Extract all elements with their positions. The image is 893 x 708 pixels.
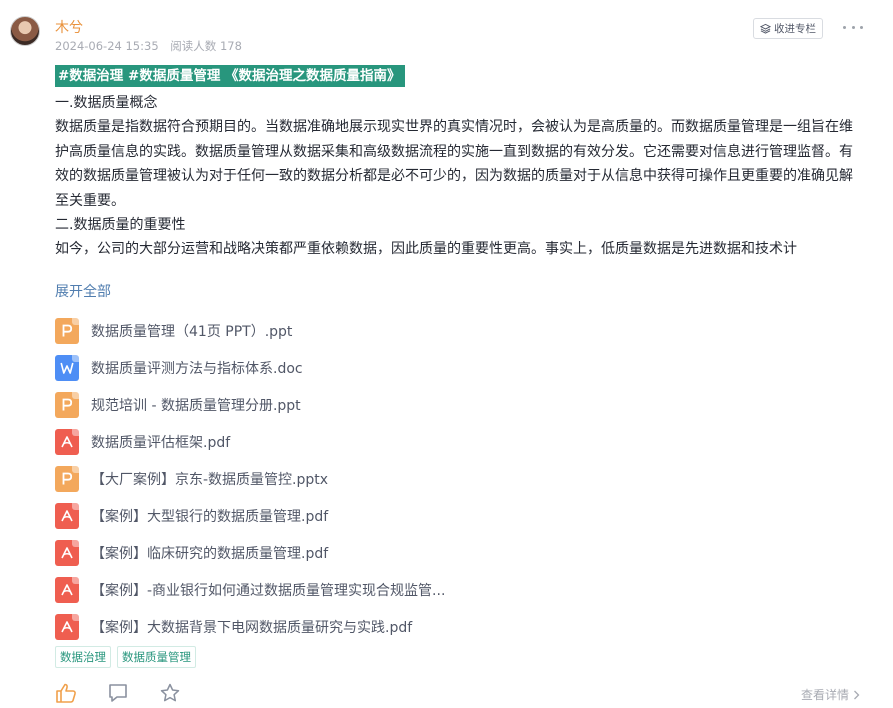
post-date: 2024-06-24 15:35 — [55, 39, 159, 53]
expand-all-link[interactable]: 展开全部 — [55, 281, 111, 301]
attachment-item[interactable]: 数据质量评估框架.pdf — [55, 423, 835, 460]
tag-list: 数据治理 数据质量管理 — [55, 646, 196, 668]
tag[interactable]: 数据质量管理 — [117, 646, 196, 668]
post-content: 一.数据质量概念 数据质量是指数据符合预期目的。当数据准确地展示现实世界的真实情… — [55, 91, 855, 262]
attachment-name: 【案例】-商业银行如何通过数据质量管理实现合规监管... — [91, 582, 446, 599]
attachment-item[interactable]: 【案例】-商业银行如何通过数据质量管理实现合规监管... — [55, 571, 835, 608]
attachment-item[interactable]: 规范培训 - 数据质量管理分册.ppt — [55, 386, 835, 423]
view-details-label: 查看详情 — [801, 688, 850, 702]
chevron-right-icon — [854, 690, 860, 699]
section-heading: 二.数据质量的重要性 — [55, 217, 186, 234]
pdf-file-icon — [55, 502, 79, 529]
comment-icon[interactable] — [107, 682, 129, 704]
attachment-name: 【案例】临床研究的数据质量管理.pdf — [91, 545, 329, 562]
view-details-link[interactable]: 查看详情 — [801, 686, 861, 703]
author-name[interactable]: 木兮 — [55, 17, 83, 37]
attachment-item[interactable]: 【大厂案例】京东-数据质量管控.pptx — [55, 460, 835, 497]
tag[interactable]: 数据治理 — [55, 646, 111, 668]
attachment-name: 【案例】大数据背景下电网数据质量研究与实践.pdf — [91, 619, 413, 636]
attachment-item[interactable]: 数据质量管理（41页 PPT）.ppt — [55, 312, 835, 349]
avatar[interactable] — [10, 16, 40, 46]
attachment-name: 规范培训 - 数据质量管理分册.ppt — [91, 397, 301, 414]
ppt-file-icon — [55, 391, 79, 418]
like-icon[interactable] — [55, 682, 77, 704]
attachment-name: 【案例】大型银行的数据质量管理.pdf — [91, 508, 329, 525]
pdf-file-icon — [55, 539, 79, 566]
topic-banner[interactable]: #数据治理 #数据质量管理 《数据治理之数据质量指南》 — [55, 65, 405, 87]
collect-label: 收进专栏 — [774, 23, 816, 35]
attachment-item[interactable]: 【案例】临床研究的数据质量管理.pdf — [55, 534, 835, 571]
pdf-file-icon — [55, 428, 79, 455]
pdf-file-icon — [55, 576, 79, 603]
attachment-name: 【大厂案例】京东-数据质量管控.pptx — [91, 471, 329, 488]
attachment-name: 数据质量评估框架.pdf — [91, 434, 231, 451]
ppt-file-icon — [55, 465, 79, 492]
collect-icon — [760, 23, 771, 34]
read-count: 阅读人数 178 — [170, 39, 242, 53]
action-bar — [55, 682, 181, 704]
paragraph: 数据质量是指数据符合预期目的。当数据准确地展示现实世界的真实情况时，会被认为是高… — [55, 119, 853, 209]
more-options-icon[interactable] — [843, 20, 863, 34]
attachment-name: 数据质量管理（41页 PPT）.ppt — [91, 323, 293, 340]
ppt-file-icon — [55, 317, 79, 344]
attachment-item[interactable]: 【案例】大型银行的数据质量管理.pdf — [55, 497, 835, 534]
post-meta: 2024-06-24 15:35 阅读人数 178 — [55, 38, 242, 54]
collect-button[interactable]: 收进专栏 — [753, 18, 823, 39]
attachment-item[interactable]: 数据质量评测方法与指标体系.doc — [55, 349, 835, 386]
pdf-file-icon — [55, 613, 79, 640]
paragraph: 如今，公司的大部分运营和战略决策都严重依赖数据，因此质量的重要性更高。事实上，低… — [55, 241, 797, 258]
attachment-list: 数据质量管理（41页 PPT）.ppt 数据质量评测方法与指标体系.doc 规范培训… — [55, 312, 835, 645]
star-icon[interactable] — [159, 682, 181, 704]
attachment-item[interactable]: 【案例】大数据背景下电网数据质量研究与实践.pdf — [55, 608, 835, 645]
word-file-icon — [55, 354, 79, 381]
attachment-name: 数据质量评测方法与指标体系.doc — [91, 360, 303, 377]
section-heading: 一.数据质量概念 — [55, 95, 158, 111]
